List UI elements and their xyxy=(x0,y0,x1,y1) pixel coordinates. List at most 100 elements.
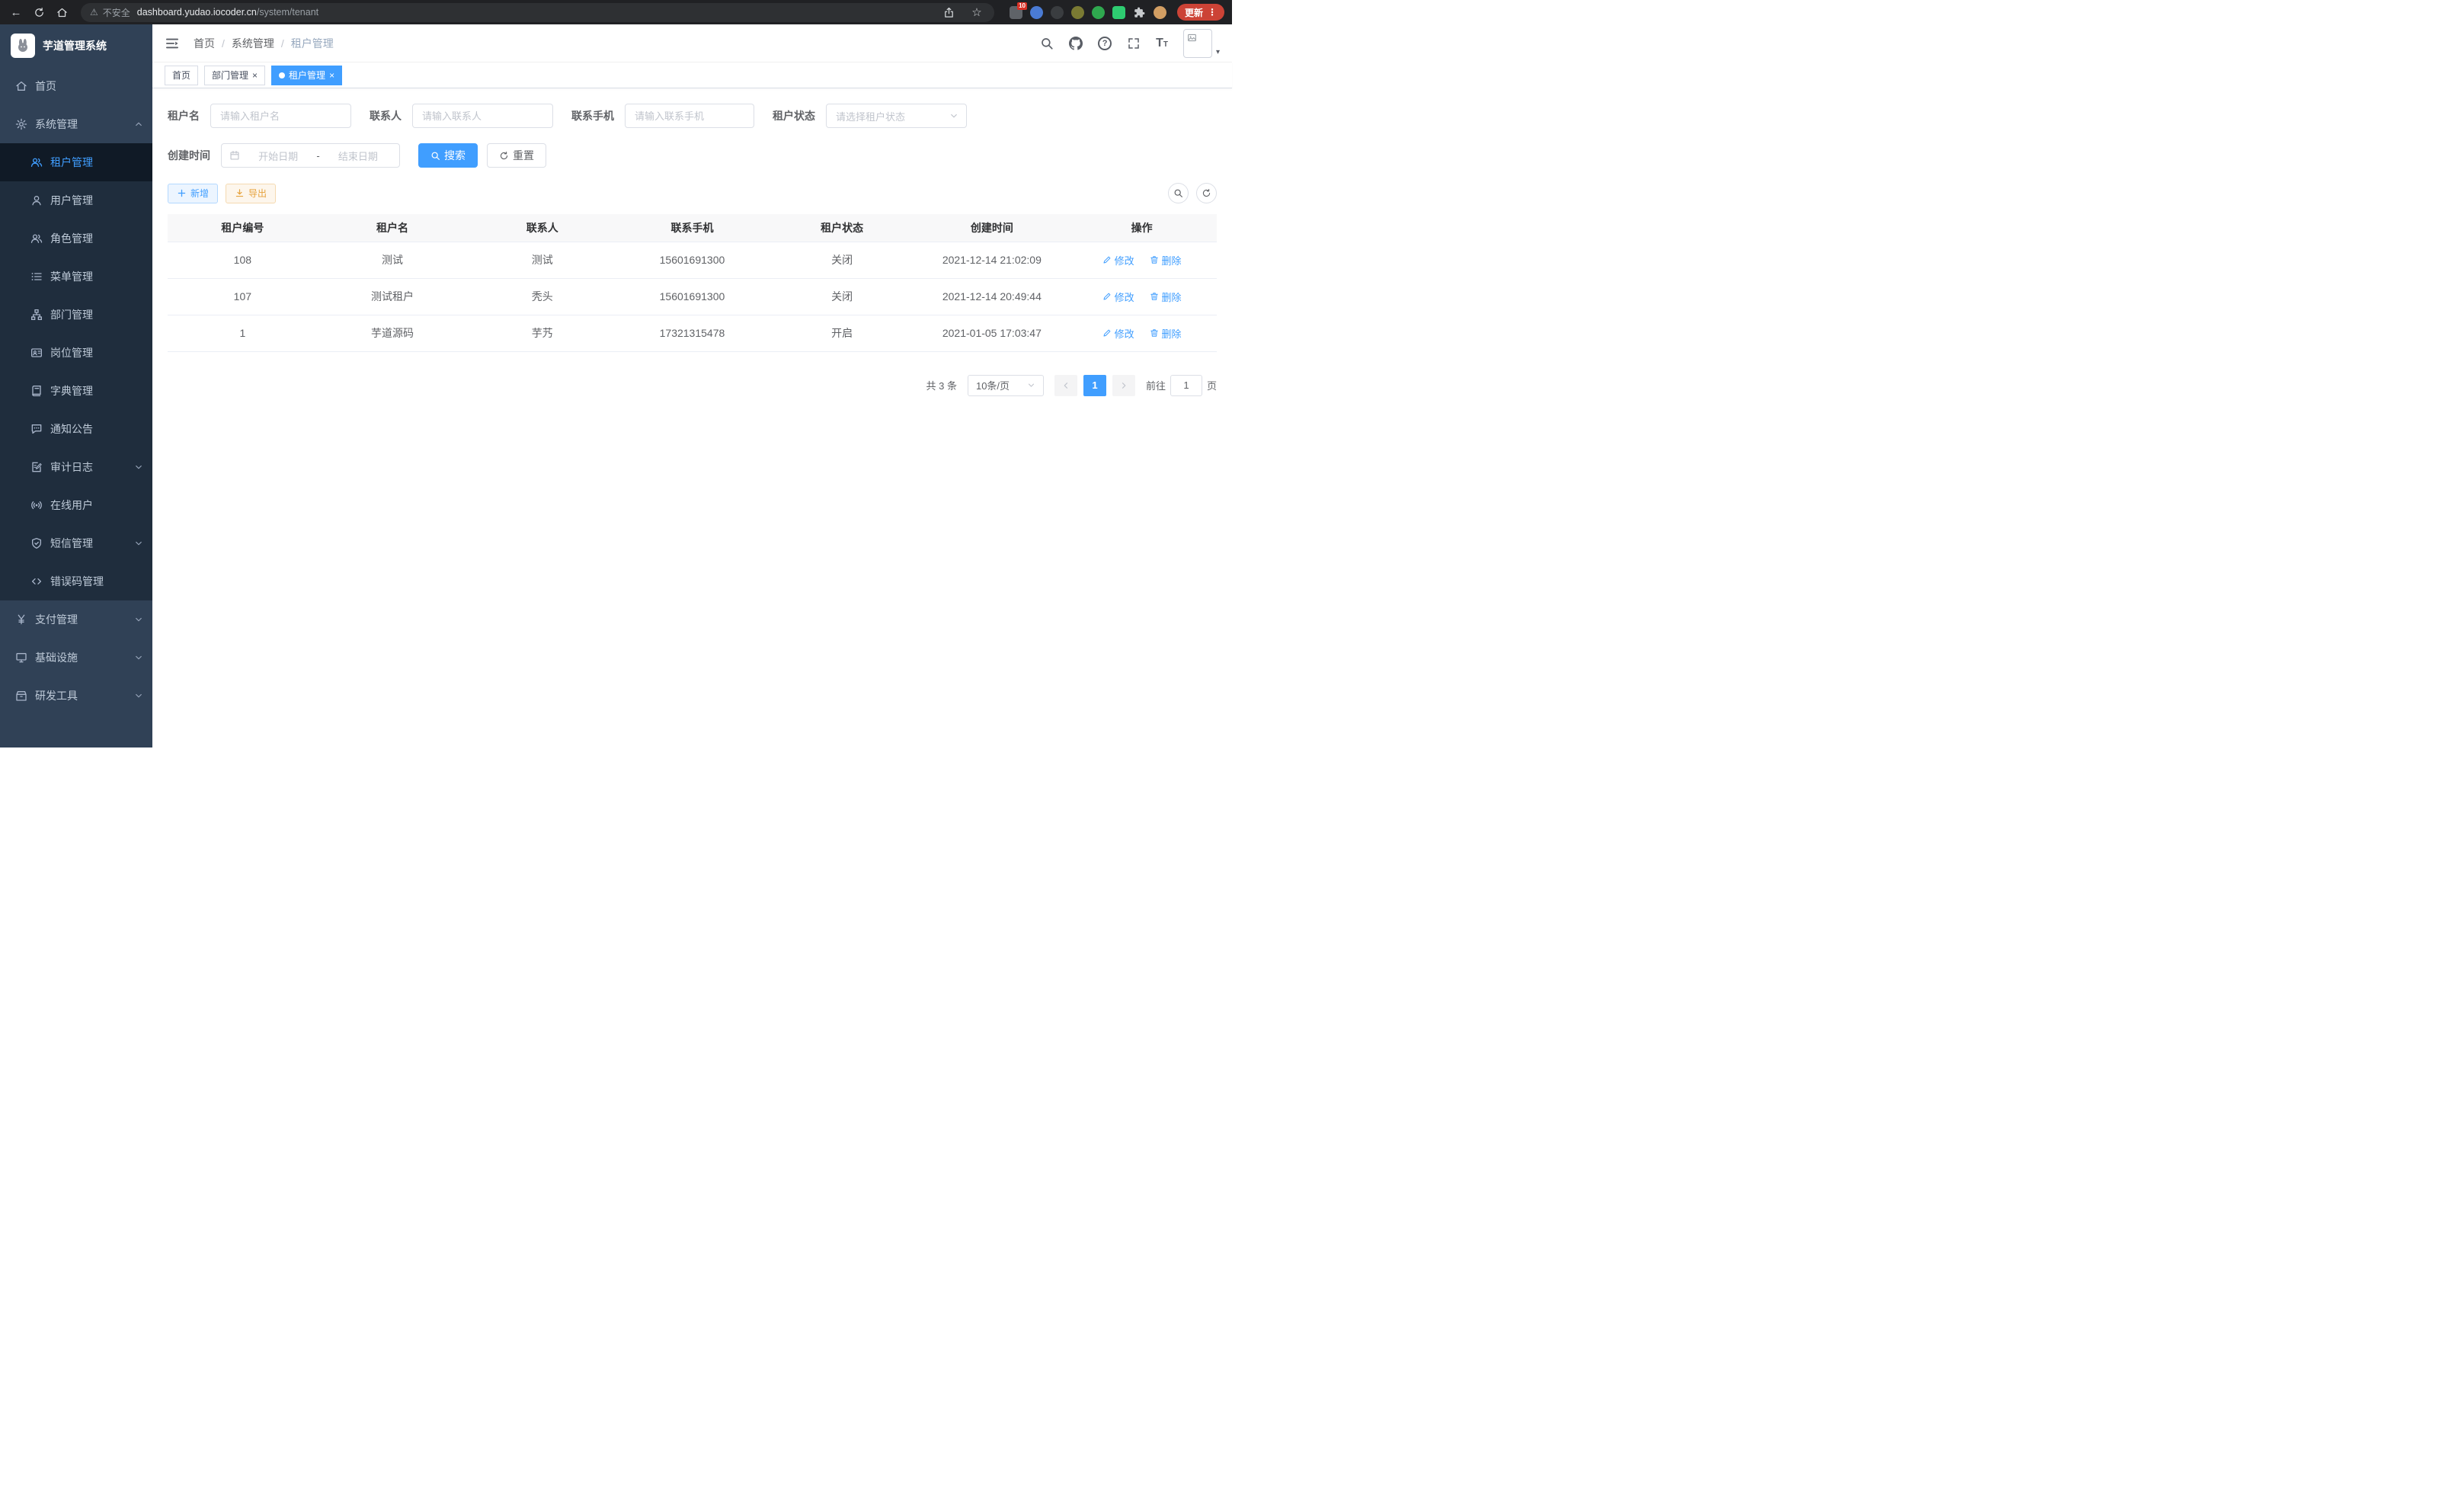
delete-label: 删除 xyxy=(1162,290,1182,304)
bookmark-star-button[interactable]: ☆ xyxy=(968,4,985,21)
github-icon xyxy=(1069,37,1083,50)
sidebar-item-dictionary[interactable]: 字典管理 xyxy=(0,372,152,410)
next-page-button[interactable] xyxy=(1112,375,1135,396)
breadcrumb: 首页 / 系统管理 / 租户管理 xyxy=(194,36,334,51)
chevron-down-icon xyxy=(134,653,143,662)
help-button[interactable]: ? xyxy=(1098,37,1112,50)
code-icon xyxy=(30,575,43,587)
extension-olive-icon[interactable] xyxy=(1071,6,1084,19)
font-size-button[interactable]: TT xyxy=(1156,37,1168,50)
toggle-search-button[interactable] xyxy=(1168,183,1189,203)
extension-dark-icon[interactable] xyxy=(1051,6,1064,19)
back-button[interactable]: ← xyxy=(8,4,24,21)
tab-tenant[interactable]: 租户管理 × xyxy=(271,66,342,85)
sidebar-item-positions[interactable]: 岗位管理 xyxy=(0,334,152,372)
tenant-name-input[interactable] xyxy=(210,104,351,128)
delete-button[interactable]: 删除 xyxy=(1150,326,1182,341)
sidebar-item-audit-log[interactable]: 审计日志 xyxy=(0,448,152,486)
extension-grid-icon[interactable]: 10 xyxy=(1010,6,1022,19)
sidebar-item-label: 在线用户 xyxy=(50,498,93,513)
sidebar-item-notices[interactable]: 通知公告 xyxy=(0,410,152,448)
reload-button[interactable] xyxy=(30,4,47,21)
header-search-button[interactable] xyxy=(1040,37,1054,50)
goto-page-input[interactable] xyxy=(1170,375,1202,396)
sidebar: 芋道管理系统 首页 系统管理 租户管理 用户管理 xyxy=(0,24,152,748)
chrome-update-button[interactable]: 更新 ⋮ xyxy=(1177,4,1224,21)
audit-log-icon xyxy=(30,461,43,473)
date-end-placeholder: 结束日期 xyxy=(325,149,392,163)
sidebar-item-departments[interactable]: 部门管理 xyxy=(0,296,152,334)
id-badge-icon xyxy=(30,347,43,359)
sidebar-item-label: 首页 xyxy=(35,78,56,94)
user-avatar-dropdown[interactable]: ▾ xyxy=(1183,29,1220,58)
tenant-name-label: 租户名 xyxy=(168,108,200,123)
page-size-select[interactable]: 10条/页 xyxy=(968,375,1044,396)
top-navbar: 首页 / 系统管理 / 租户管理 ? TT ▾ xyxy=(152,24,1232,62)
search-button[interactable]: 搜索 xyxy=(418,143,478,168)
fullscreen-button[interactable] xyxy=(1127,37,1141,50)
edit-button[interactable]: 修改 xyxy=(1102,290,1134,304)
close-icon[interactable]: × xyxy=(252,71,258,80)
chevron-down-icon xyxy=(949,111,958,120)
extensions-puzzle-icon[interactable] xyxy=(1133,6,1146,19)
prev-page-button[interactable] xyxy=(1054,375,1077,396)
export-button[interactable]: 导出 xyxy=(226,184,276,203)
sidebar-item-system[interactable]: 系统管理 xyxy=(0,105,152,143)
browser-menu-dots-icon[interactable]: ⋮ xyxy=(1208,7,1217,18)
cell-actions: 修改 删除 xyxy=(1067,242,1217,278)
date-separator: - xyxy=(316,150,319,162)
sidebar-item-label: 通知公告 xyxy=(50,421,93,437)
extension-green-square-icon[interactable] xyxy=(1112,6,1125,19)
browser-profile-avatar[interactable] xyxy=(1154,6,1166,19)
sidebar-item-dev-tools[interactable]: 研发工具 xyxy=(0,677,152,715)
breadcrumb-separator: / xyxy=(222,37,225,50)
sidebar-item-users[interactable]: 用户管理 xyxy=(0,181,152,219)
home-button[interactable] xyxy=(53,4,70,21)
table-row: 107 测试租户 秃头 15601691300 关闭 2021-12-14 20… xyxy=(168,278,1217,315)
sidebar-collapse-button[interactable] xyxy=(165,36,180,51)
add-button[interactable]: 新增 xyxy=(168,184,218,203)
sidebar-item-menus[interactable]: 菜单管理 xyxy=(0,258,152,296)
app-logo[interactable]: 芋道管理系统 xyxy=(0,24,152,67)
tab-home[interactable]: 首页 xyxy=(165,66,198,85)
sidebar-item-sms[interactable]: 短信管理 xyxy=(0,524,152,562)
breadcrumb-system[interactable]: 系统管理 xyxy=(232,36,274,51)
sidebar-item-payment[interactable]: 支付管理 xyxy=(0,600,152,639)
delete-button[interactable]: 删除 xyxy=(1150,290,1182,304)
extension-green-circle-icon[interactable] xyxy=(1092,6,1105,19)
extension-blue-icon[interactable] xyxy=(1030,6,1043,19)
address-bar[interactable]: ⚠ 不安全 dashboard.yudao.iocoder.cn/system/… xyxy=(81,3,994,22)
reset-button[interactable]: 重置 xyxy=(487,143,546,168)
sidebar-item-error-codes[interactable]: 错误码管理 xyxy=(0,562,152,600)
refresh-table-button[interactable] xyxy=(1196,183,1217,203)
sidebar-item-infrastructure[interactable]: 基础设施 xyxy=(0,639,152,677)
url-text[interactable]: dashboard.yudao.iocoder.cn/system/tenant xyxy=(137,7,318,18)
edit-button[interactable]: 修改 xyxy=(1102,326,1134,341)
delete-label: 删除 xyxy=(1162,253,1182,267)
edit-button[interactable]: 修改 xyxy=(1102,253,1134,267)
sidebar-item-online-users[interactable]: 在线用户 xyxy=(0,486,152,524)
sidebar-item-tenant[interactable]: 租户管理 xyxy=(0,143,152,181)
search-icon xyxy=(430,151,440,161)
delete-button[interactable]: 删除 xyxy=(1150,253,1182,267)
sidebar-item-roles[interactable]: 角色管理 xyxy=(0,219,152,258)
total-count: 共 3 条 xyxy=(926,378,957,392)
cell-status: 开启 xyxy=(767,315,917,351)
status-select[interactable]: 请选择租户状态 xyxy=(826,104,967,128)
github-button[interactable] xyxy=(1069,37,1083,50)
page-button-1[interactable]: 1 xyxy=(1083,375,1106,396)
home-icon xyxy=(56,7,68,18)
tab-department[interactable]: 部门管理 × xyxy=(204,66,265,85)
security-label: 不安全 xyxy=(103,6,130,19)
date-range-input[interactable]: 开始日期 - 结束日期 xyxy=(221,143,400,168)
sidebar-item-label: 字典管理 xyxy=(50,383,93,399)
phone-input[interactable] xyxy=(625,104,754,128)
sidebar-item-home[interactable]: 首页 xyxy=(0,67,152,105)
security-chip[interactable]: ⚠ 不安全 xyxy=(90,6,130,19)
date-start-placeholder: 开始日期 xyxy=(245,149,312,163)
share-button[interactable] xyxy=(941,4,958,21)
contact-input[interactable] xyxy=(412,104,553,128)
close-icon[interactable]: × xyxy=(329,71,334,80)
breadcrumb-home[interactable]: 首页 xyxy=(194,36,215,51)
tabs-bar: 首页 部门管理 × 租户管理 × xyxy=(152,62,1232,88)
